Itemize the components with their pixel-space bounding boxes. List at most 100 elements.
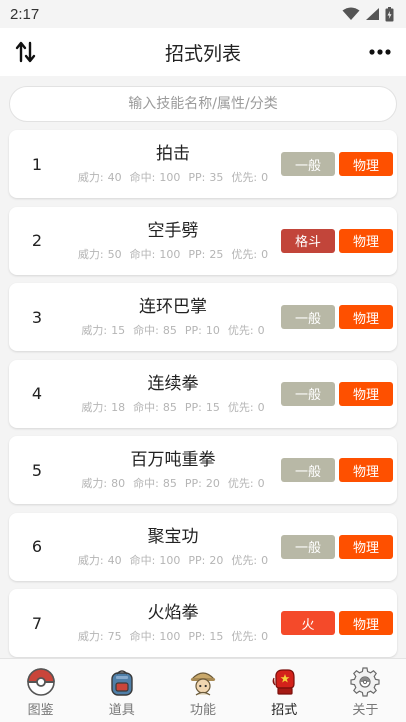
category-badge: 物理 [339,228,393,253]
nav-label: 图鉴 [27,703,54,718]
stat-accuracy: 命中: 85 [133,324,177,337]
move-list-item[interactable]: 4 连续拳 威力: 18 命中: 85 PP: 15 优先: 0 一般 物理 [9,359,397,428]
sort-arrows-icon [15,41,36,63]
stat-accuracy: 命中: 100 [129,553,181,567]
move-stats: 威力: 18 命中: 85 PP: 15 优先: 0 [65,399,281,415]
move-number: 6 [31,537,43,556]
type-badge: 一般 [281,152,335,176]
stat-priority: 优先: 0 [231,553,269,567]
move-info: 拍击威力: 40 命中: 100 PP: 35 优先: 0 [65,143,281,185]
stat-accuracy: 命中: 85 [133,400,177,414]
move-badges: 一般 物理 [281,305,397,329]
search-input[interactable] [9,86,397,122]
wifi-icon [342,7,360,20]
stat-power: 威力: 75 [77,630,122,643]
move-list-item[interactable]: 5 百万吨重拳 威力: 80 命中: 85 PP: 20 优先: 0 一般 物理 [9,436,397,504]
type-badge: 一般 [281,458,335,482]
move-stats: 威力: 40 命中: 100 PP: 35 优先: 0 [65,169,281,185]
move-number: 1 [31,154,43,174]
type-badge: 一般 [281,305,335,329]
stat-power: 威力: 40 [77,171,122,184]
nav-item-2[interactable]: 功能 [162,659,243,722]
category-badge: 物理 [339,611,393,635]
stat-priority: 优先: 0 [231,171,269,184]
trainer-icon [188,667,218,697]
move-list: 1 拍击 威力: 40 命中: 100 PP: 35 优先: 0 一般 物理 2 空手劈 威力: 50 命中: 1… [0,130,406,657]
stat-accuracy: 命中: 85 [133,477,177,490]
stat-pp: PP: 10 [184,324,220,337]
sort-button[interactable] [12,38,40,66]
move-info: 连续拳 威力: 18 命中: 85 PP: 15 优先: 0 [65,373,281,415]
search-bar [0,76,406,130]
nav-item-3[interactable]: 招式 [244,659,325,722]
stat-power: 威力: 80 [81,477,126,490]
move-list-item[interactable]: 7 火焰拳 威力: 75 命中: 100 PP: 15 优先: 0 火物理 [9,589,397,657]
app-bar: 招式列表 [0,28,406,76]
stat-accuracy: 命中: 100 [129,247,181,261]
move-info: 百万吨重拳 威力: 80 命中: 85 PP: 20 优先: 0 [65,449,281,491]
stat-power: 威力: 18 [81,400,126,414]
move-name: 百万吨重拳 [130,450,216,470]
move-list-item[interactable]: 6 聚宝功威力: 40 命中: 100 PP: 20 优先: 0 一般 物理 [9,512,397,581]
stat-power: 威力: 15 [81,324,126,337]
more-options-button[interactable] [366,38,394,66]
status-bar: 2:17 [0,0,406,28]
nav-label: 道具 [108,703,135,718]
stat-pp: PP: 25 [188,247,224,261]
move-badges: 一般 物理 [281,381,397,406]
move-list-item[interactable]: 2 空手劈 威力: 50 命中: 100 PP: 25 优先: 0 格斗 物理 [9,206,397,275]
category-badge: 物理 [339,305,393,329]
nav-item-4[interactable]: 关于 [325,659,406,722]
move-number: 5 [31,460,43,480]
move-name: 火焰拳 [147,603,199,623]
move-number: 4 [31,384,43,403]
move-name: 空手劈 [147,220,199,241]
category-badge: 物理 [339,534,393,559]
move-badges: 一般 物理 [281,152,397,176]
content-area[interactable]: 1拍击威力:40命中:100PP:35优先:0一般物理2空手劈威力:50命中:1… [0,76,406,658]
nav-item-0[interactable]: 图鉴 [0,659,81,722]
gear-icon [350,667,381,697]
nav-item-1[interactable]: 道具 [81,659,162,722]
stat-pp: PP: 20 [188,553,224,567]
stat-priority: 优先: 0 [227,324,265,337]
move-name: 拍击 [156,144,190,164]
move-name: 聚宝功 [147,526,199,547]
stat-pp: PP: 15 [184,400,220,414]
more-dots-icon [369,49,391,55]
move-stats: 威力: 15 命中: 85 PP: 10 优先: 0 [65,322,281,338]
move-list-item[interactable]: 3 连环巴掌 威力: 15 命中: 85 PP: 10 优先: 0 一般 物理 [9,283,397,351]
page-title: 招式列表 [164,42,241,65]
type-badge: 一般 [281,381,335,406]
move-stats: 威力: 50 命中: 100 PP: 25 优先: 0 [65,246,281,262]
move-number: 3 [31,307,43,327]
boxing-glove-icon [269,667,299,697]
signal-icon [366,8,379,20]
move-stats: 威力: 75 命中: 100 PP: 15 优先: 0 [65,628,281,644]
move-badges: 一般 物理 [281,534,397,559]
stat-power: 威力: 40 [77,553,122,567]
category-badge: 物理 [339,381,393,406]
stat-priority: 优先: 0 [227,477,265,490]
move-name: 连环巴掌 [139,297,207,317]
move-stats: 威力: 40 命中: 100 PP: 20 优先: 0 [65,552,281,568]
move-badges: 格斗 物理 [281,228,397,253]
nav-label: 关于 [352,703,379,718]
stat-pp: PP: 15 [188,630,224,643]
category-badge: 物理 [339,152,393,176]
stat-power: 威力: 50 [77,247,122,261]
stat-pp: PP: 20 [184,477,220,490]
bottom-navigation: 图鉴 道具 功能 招式 关于 [0,658,406,722]
move-badges: 火物理 [281,611,397,635]
category-badge: 物理 [339,458,393,482]
move-badges: 一般 物理 [281,458,397,482]
stat-priority: 优先: 0 [227,400,265,414]
move-info: 连环巴掌 威力: 15 命中: 85 PP: 10 优先: 0 [65,296,281,338]
type-badge: 格斗 [281,228,335,253]
nav-label: 功能 [190,703,217,718]
stat-priority: 优先: 0 [231,630,269,643]
status-icons [342,6,394,22]
move-list-item[interactable]: 1 拍击威力: 40 命中: 100 PP: 35 优先: 0 一般 物理 [9,130,397,198]
nav-label: 招式 [271,703,298,718]
move-info: 火焰拳 威力: 75 命中: 100 PP: 15 优先: 0 [65,602,281,644]
